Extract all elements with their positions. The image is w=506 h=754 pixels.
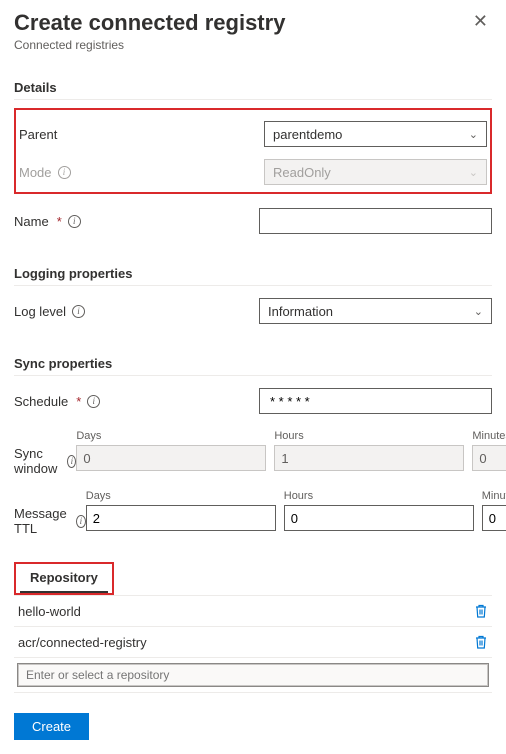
name-input-wrapper [259,208,492,234]
repo-add-input[interactable] [17,663,489,687]
chevron-down-icon: ⌄ [469,128,478,141]
parent-value: parentdemo [273,127,342,142]
repo-input-row [14,658,492,693]
mode-value: ReadOnly [273,165,331,180]
syncwindow-grid: Days Hours Minutes Seconds [76,430,506,471]
unit-hours: Hours [274,430,464,442]
create-connected-registry-panel: Create connected registry Connected regi… [0,0,506,754]
loglevel-value: Information [268,304,333,319]
section-details: Details [14,80,492,100]
mode-select: ReadOnly ⌄ [264,159,487,185]
messagettl-hours[interactable] [284,505,474,531]
repo-name: hello-world [18,604,81,619]
panel-header: Create connected registry Connected regi… [14,10,492,52]
schedule-label: Schedule [14,394,68,409]
syncwindow-days [76,445,266,471]
schedule-input-wrapper [259,388,492,414]
create-button[interactable]: Create [14,713,89,740]
messagettl-days[interactable] [86,505,276,531]
unit-minutes: Minutes [472,430,506,442]
trash-icon[interactable] [474,603,488,619]
syncwindow-label: Sync window [14,446,61,476]
chevron-down-icon: ⌄ [474,305,483,318]
parent-label: Parent [19,127,57,142]
section-logging: Logging properties [14,266,492,286]
info-icon[interactable]: i [87,395,100,408]
parent-select[interactable]: parentdemo ⌄ [264,121,487,147]
page-subtitle: Connected registries [14,38,285,52]
info-icon[interactable]: i [76,515,86,528]
required-marker: * [76,394,81,409]
repo-row: hello-world [14,596,492,627]
info-icon[interactable]: i [72,305,85,318]
info-icon[interactable]: i [68,215,81,228]
loglevel-label: Log level [14,304,66,319]
info-icon[interactable]: i [58,166,71,179]
info-icon[interactable]: i [67,455,76,468]
page-title: Create connected registry [14,10,285,36]
unit-hours: Hours [284,490,474,502]
unit-days: Days [86,490,276,502]
chevron-down-icon: ⌄ [469,166,478,179]
messagettl-minutes[interactable] [482,505,506,531]
tab-repository[interactable]: Repository [20,566,108,593]
loglevel-select[interactable]: Information ⌄ [259,298,492,324]
close-icon[interactable]: ✕ [469,10,492,32]
trash-icon[interactable] [474,634,488,650]
panel-footer: Create [14,713,492,740]
mode-label: Mode [19,165,52,180]
messagettl-grid: Days Hours Minutes Seconds [86,490,506,531]
required-marker: * [57,214,62,229]
repository-list: hello-world acr/connected-registry [14,595,492,693]
messagettl-label: Message TTL [14,506,70,536]
highlight-repository-tab: Repository [14,562,114,595]
schedule-input[interactable] [268,389,483,413]
syncwindow-minutes [472,445,506,471]
name-input[interactable] [268,209,483,233]
unit-days: Days [76,430,266,442]
unit-minutes: Minutes [482,490,506,502]
syncwindow-hours [274,445,464,471]
highlight-parent-mode: Parent parentdemo ⌄ Mode i ReadOnly ⌄ [14,108,492,194]
repo-row: acr/connected-registry [14,627,492,658]
section-sync: Sync properties [14,356,492,376]
name-label: Name [14,214,49,229]
repo-name: acr/connected-registry [18,635,147,650]
